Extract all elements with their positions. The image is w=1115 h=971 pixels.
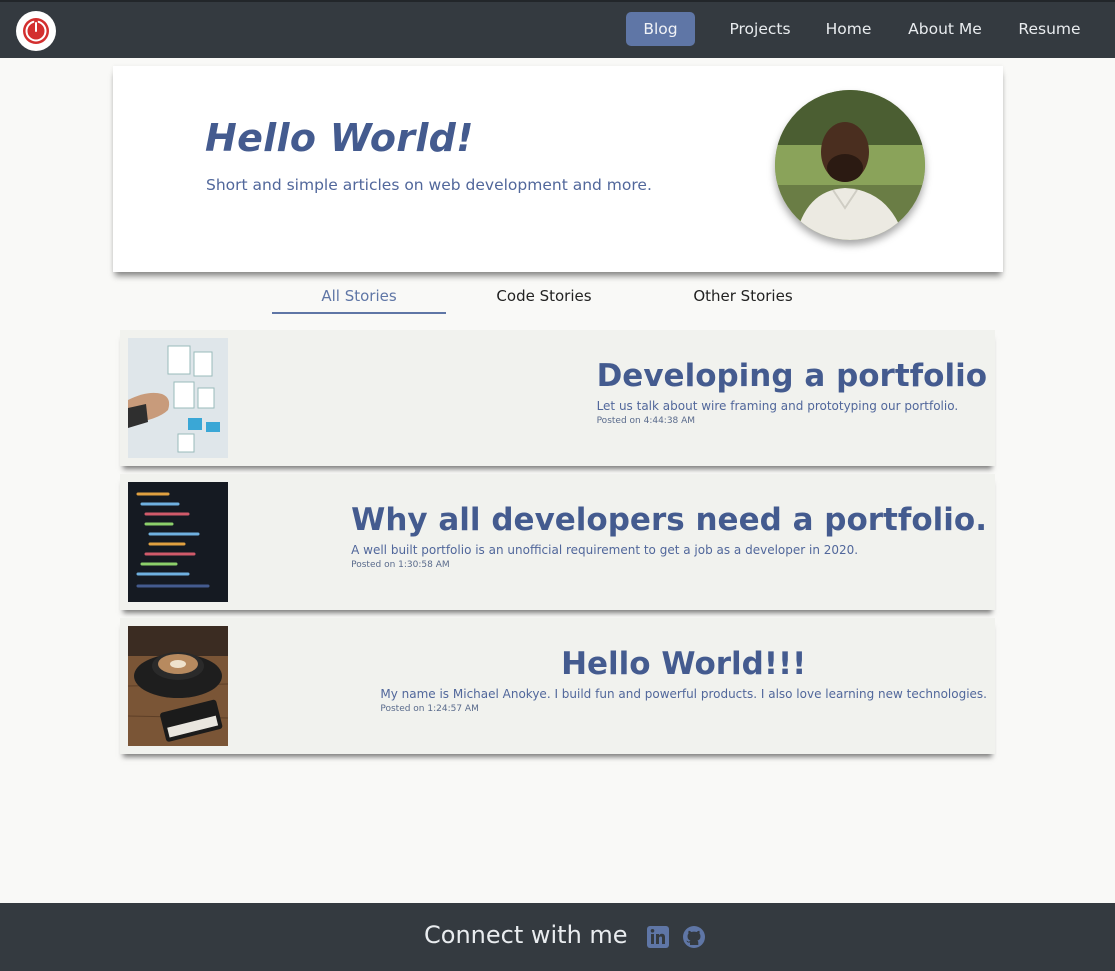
navbar: Blog Projects Home About Me Resume (0, 0, 1115, 58)
github-icon[interactable] (682, 925, 706, 949)
post-thumbnail (128, 338, 228, 458)
nav-link-about-me[interactable]: About Me (895, 12, 995, 46)
nav-link-resume[interactable]: Resume (1007, 12, 1092, 46)
nav-link-projects[interactable]: Projects (715, 12, 805, 46)
post-description: A well built portfolio is an unofficial … (351, 543, 859, 557)
post-description: Let us talk about wire framing and proto… (596, 399, 959, 413)
post-thumbnail (128, 626, 228, 746)
post-card[interactable]: Hello World!!! My name is Michael Anokye… (120, 618, 995, 754)
post-title[interactable]: Developing a portfolio (597, 354, 987, 398)
post-thumbnail (128, 482, 228, 602)
avatar (775, 90, 925, 240)
post-description: My name is Michael Anokye. I build fun a… (380, 687, 987, 701)
hero-section: Hello World! Short and simple articles o… (113, 66, 1003, 272)
power-icon (23, 18, 49, 44)
tab-code-stories[interactable]: Code Stories (474, 285, 614, 314)
hero-title: Hello World! (205, 116, 474, 160)
post-text: Hello World!!! My name is Michael Anokye… (380, 642, 987, 714)
nav-link-blog[interactable]: Blog (626, 12, 695, 46)
footer: Connect with me (0, 903, 1115, 971)
post-card[interactable]: Why all developers need a portfolio. A w… (120, 474, 995, 610)
post-date: Posted on 4:44:38 AM (596, 416, 696, 426)
linkedin-icon[interactable] (646, 925, 670, 949)
footer-text: Connect with me (424, 921, 628, 949)
post-text: Developing a portfolio Let us talk about… (597, 354, 987, 426)
post-title[interactable]: Why all developers need a portfolio. (351, 498, 987, 542)
hero-subtitle: Short and simple articles on web develop… (206, 176, 652, 194)
post-date: Posted on 1:30:58 AM (351, 560, 450, 570)
post-card[interactable]: Developing a portfolio Let us talk about… (120, 330, 995, 466)
tab-all-stories[interactable]: All Stories (272, 285, 446, 314)
nav-link-home[interactable]: Home (816, 12, 881, 46)
tab-other-stories[interactable]: Other Stories (673, 285, 813, 314)
post-date: Posted on 1:24:57 AM (380, 704, 479, 714)
post-title[interactable]: Hello World!!! (561, 642, 806, 686)
post-text: Why all developers need a portfolio. A w… (351, 498, 987, 570)
logo[interactable] (16, 11, 56, 51)
